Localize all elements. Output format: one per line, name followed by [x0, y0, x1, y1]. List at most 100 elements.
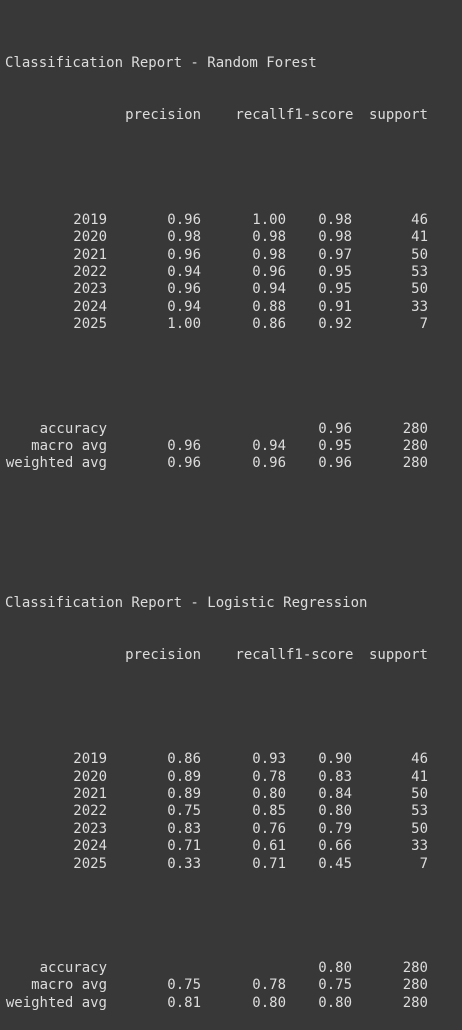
- precision-value: 0.96: [167, 455, 201, 472]
- table-row: 2025 1.00 0.86 0.92 7: [5, 316, 428, 333]
- recall-value: 0.76: [252, 820, 286, 837]
- recall-value: 0.98: [252, 246, 286, 263]
- recall-value: 0.96: [252, 455, 286, 472]
- precision-value: 0.75: [167, 803, 201, 820]
- f1-score-value: 0.80: [318, 959, 352, 976]
- precision-value: 1.00: [167, 316, 201, 333]
- console-output: Classification Report - Random Forest pr…: [5, 3, 428, 1030]
- support-value: 53: [411, 803, 428, 820]
- recall-value: 1.00: [252, 211, 286, 228]
- support-value: 50: [411, 246, 428, 263]
- f1-score-value: 0.96: [318, 420, 352, 437]
- f1-score-value: 0.66: [318, 838, 352, 855]
- summary-row: accuracy 0.80 280: [5, 960, 428, 977]
- support-value: 7: [419, 316, 428, 333]
- row-label: 2023: [73, 820, 107, 837]
- recall-value: 0.93: [252, 751, 286, 768]
- report-title: Classification Report - Random Forest: [5, 55, 317, 72]
- report-header-row: precision recallf1-score support: [5, 647, 428, 664]
- row-label: weighted avg: [5, 994, 107, 1011]
- recall-value: 0.88: [252, 298, 286, 315]
- support-value: 280: [402, 994, 428, 1011]
- row-label: 2021: [73, 785, 107, 802]
- summary-row: macro avg 0.75 0.78 0.75 280: [5, 977, 428, 994]
- precision-value: 0.33: [167, 855, 201, 872]
- support-value: 280: [402, 455, 428, 472]
- support-value: 41: [411, 768, 428, 785]
- support-value: 33: [411, 838, 428, 855]
- row-label: macro avg: [31, 977, 107, 994]
- support-value: 50: [411, 820, 428, 837]
- recall-value: 0.98: [252, 229, 286, 246]
- recall-value: 0.71: [252, 855, 286, 872]
- table-row: 2022 0.94 0.96 0.95 53: [5, 264, 428, 281]
- recall-value: 0.78: [252, 768, 286, 785]
- report-title: Classification Report - Logistic Regress…: [5, 594, 368, 611]
- table-row: 2019 0.86 0.93 0.90 46: [5, 751, 428, 768]
- f1-score-value: 0.45: [318, 855, 352, 872]
- precision-value: 0.96: [167, 246, 201, 263]
- report-summary-rows: accuracy 0.96 280 macro avg 0.96 0.94 0.95 280 w…: [5, 421, 428, 473]
- header-support: support: [368, 646, 428, 663]
- precision-value: 0.81: [167, 994, 201, 1011]
- row-label: 2019: [73, 751, 107, 768]
- support-value: 41: [411, 229, 428, 246]
- header-f1-score: f1-score: [286, 107, 354, 124]
- precision-value: 0.94: [167, 264, 201, 280]
- row-label: 2023: [73, 281, 107, 298]
- recall-value: 0.85: [252, 803, 286, 820]
- precision-value: 0.94: [167, 298, 201, 315]
- precision-value: 0.98: [167, 229, 201, 246]
- header-precision: precision: [125, 107, 201, 124]
- precision-value: 0.96: [167, 281, 201, 298]
- report-class-rows: 2019 0.86 0.93 0.90 46 2020 0.89 0.78 0.83 41 2021…: [5, 751, 428, 873]
- table-row: 2020 0.89 0.78 0.83 41: [5, 769, 428, 786]
- support-value: 7: [419, 855, 428, 872]
- table-row: 2023 0.96 0.94 0.95 50: [5, 281, 428, 298]
- f1-score-value: 0.79: [318, 820, 352, 837]
- recall-value: 0.96: [252, 264, 286, 280]
- summary-row: weighted avg 0.96 0.96 0.96 280: [5, 455, 428, 472]
- support-value: 50: [411, 281, 428, 298]
- support-value: 280: [402, 977, 428, 994]
- table-row: 2021 0.89 0.80 0.84 50: [5, 786, 428, 803]
- header-f1-score: f1-score: [286, 646, 354, 663]
- f1-score-value: 0.98: [318, 211, 352, 228]
- f1-score-value: 0.80: [318, 803, 352, 820]
- f1-score-value: 0.95: [318, 264, 352, 280]
- f1-score-value: 0.90: [318, 751, 352, 768]
- row-label: accuracy: [39, 420, 107, 437]
- row-label: 2025: [73, 316, 107, 333]
- support-value: 280: [402, 437, 428, 454]
- header-support: support: [368, 107, 428, 124]
- recall-value: 0.80: [252, 785, 286, 802]
- precision-value: 0.86: [167, 751, 201, 768]
- f1-score-value: 0.95: [318, 437, 352, 454]
- row-label: 2021: [73, 246, 107, 263]
- f1-score-value: 0.80: [318, 994, 352, 1011]
- row-label: macro avg: [31, 437, 107, 454]
- support-value: 280: [402, 420, 428, 437]
- support-value: 46: [411, 211, 428, 228]
- table-row: 2024 0.71 0.61 0.66 33: [5, 838, 428, 855]
- row-label: 2025: [73, 855, 107, 872]
- row-label: 2022: [73, 803, 107, 820]
- report-header-row: precision recallf1-score support: [5, 107, 428, 124]
- report-summary-rows: accuracy 0.80 280 macro avg 0.75 0.78 0.75 280 w…: [5, 960, 428, 1012]
- f1-score-value: 0.91: [318, 298, 352, 315]
- support-value: 53: [411, 264, 428, 280]
- f1-score-value: 0.98: [318, 229, 352, 246]
- row-label: accuracy: [39, 959, 107, 976]
- precision-value: 0.75: [167, 977, 201, 994]
- row-label: 2020: [73, 768, 107, 785]
- table-row: 2021 0.96 0.98 0.97 50: [5, 247, 428, 264]
- precision-value: 0.96: [167, 437, 201, 454]
- table-row: 2020 0.98 0.98 0.98 41: [5, 229, 428, 246]
- precision-value: 0.83: [167, 820, 201, 837]
- support-value: 33: [411, 298, 428, 315]
- summary-row: weighted avg 0.81 0.80 0.80 280: [5, 995, 428, 1012]
